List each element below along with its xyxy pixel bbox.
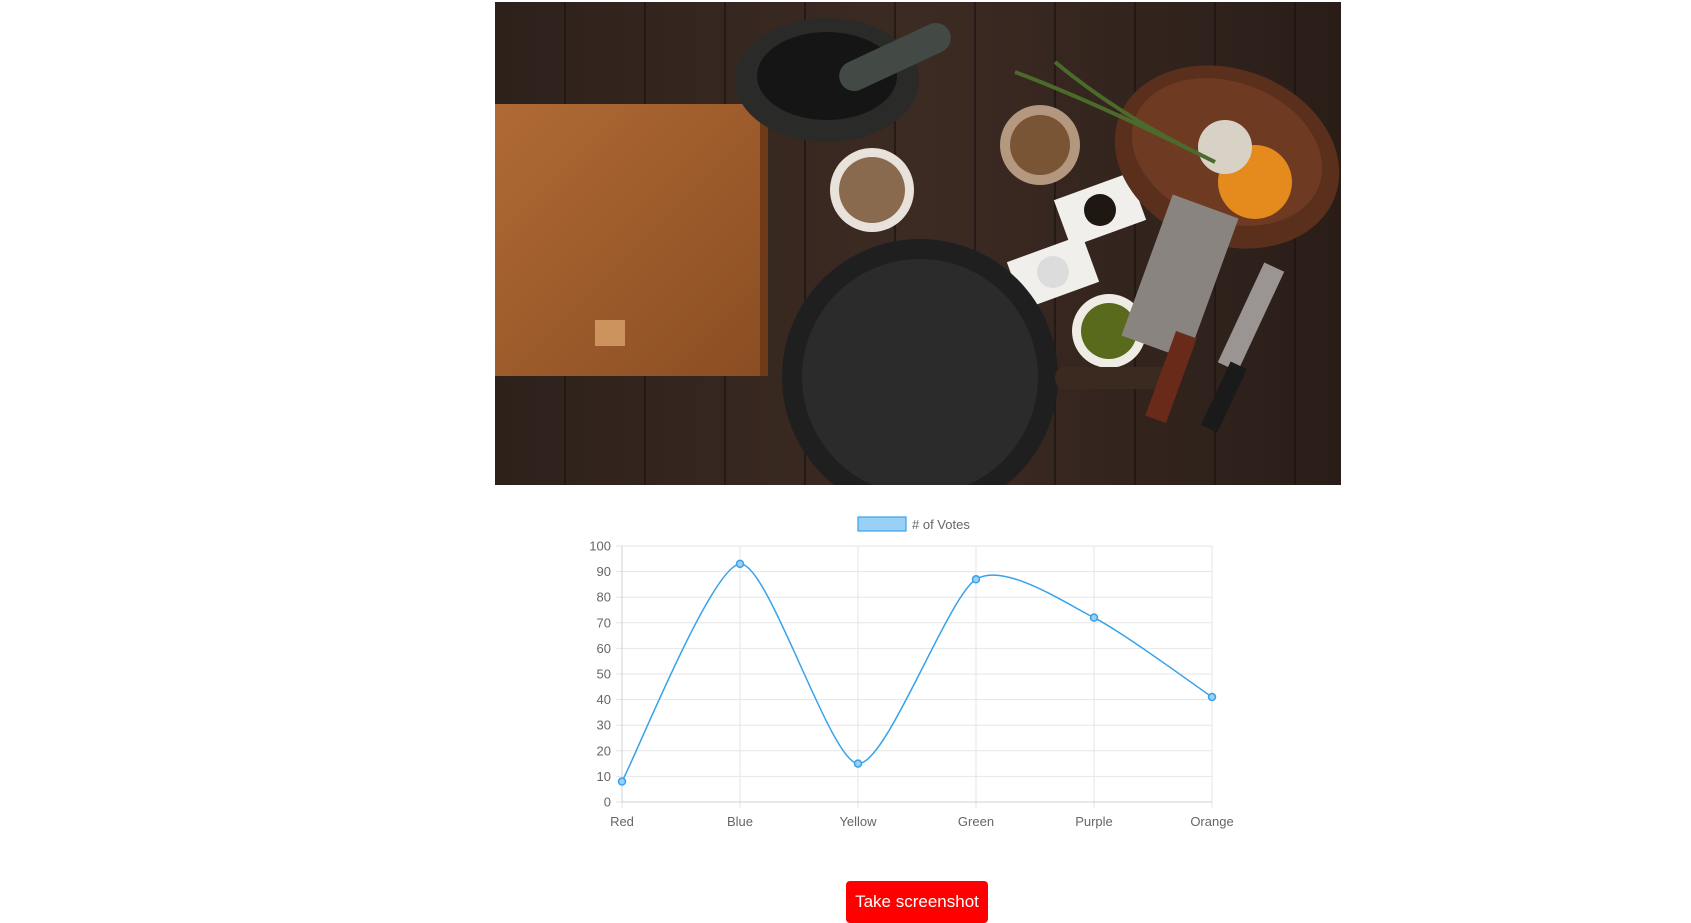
x-tick-label: Blue — [727, 814, 753, 829]
series-line — [621, 563, 1213, 782]
kitchen-photo — [495, 2, 1341, 485]
x-tick-label: Green — [958, 814, 994, 829]
y-tick-label: 10 — [597, 769, 611, 784]
y-tick-label: 60 — [597, 641, 611, 656]
y-tick-label: 40 — [597, 692, 611, 707]
data-point[interactable] — [735, 559, 745, 569]
y-tick-label: 50 — [597, 667, 611, 682]
x-tick-label: Orange — [1190, 814, 1233, 829]
x-tick-label: Purple — [1075, 814, 1113, 829]
data-point[interactable] — [853, 759, 863, 768]
series-votes — [617, 559, 1217, 786]
chart-grid — [616, 545, 1213, 808]
x-axis-ticks: Red Blue Yellow Green Purple Orange — [610, 814, 1234, 829]
y-tick-label: 90 — [597, 564, 611, 579]
y-tick-label: 0 — [604, 795, 611, 810]
data-point[interactable] — [1089, 613, 1099, 622]
y-tick-label: 70 — [597, 615, 611, 630]
y-tick-label: 20 — [597, 743, 611, 758]
y-tick-label: 80 — [597, 590, 611, 605]
y-tick-label: 30 — [597, 718, 611, 733]
cutting-board-icon — [495, 104, 768, 376]
x-tick-label: Yellow — [839, 814, 877, 829]
chart-legend: # of Votes — [857, 516, 970, 532]
data-point[interactable] — [971, 575, 981, 584]
take-screenshot-button[interactable]: Take screenshot — [846, 881, 988, 923]
votes-line-chart: # of Votes 0 10 20 30 40 50 60 70 80 90 100 Red Blu… — [560, 505, 1260, 835]
x-tick-label: Red — [610, 814, 634, 829]
data-point[interactable] — [1207, 692, 1217, 702]
y-tick-label: 100 — [589, 539, 611, 554]
data-point[interactable] — [617, 777, 627, 786]
legend-label[interactable]: # of Votes — [912, 517, 970, 532]
y-axis-ticks: 0 10 20 30 40 50 60 70 80 90 100 — [589, 539, 611, 810]
legend-swatch[interactable] — [857, 516, 907, 532]
